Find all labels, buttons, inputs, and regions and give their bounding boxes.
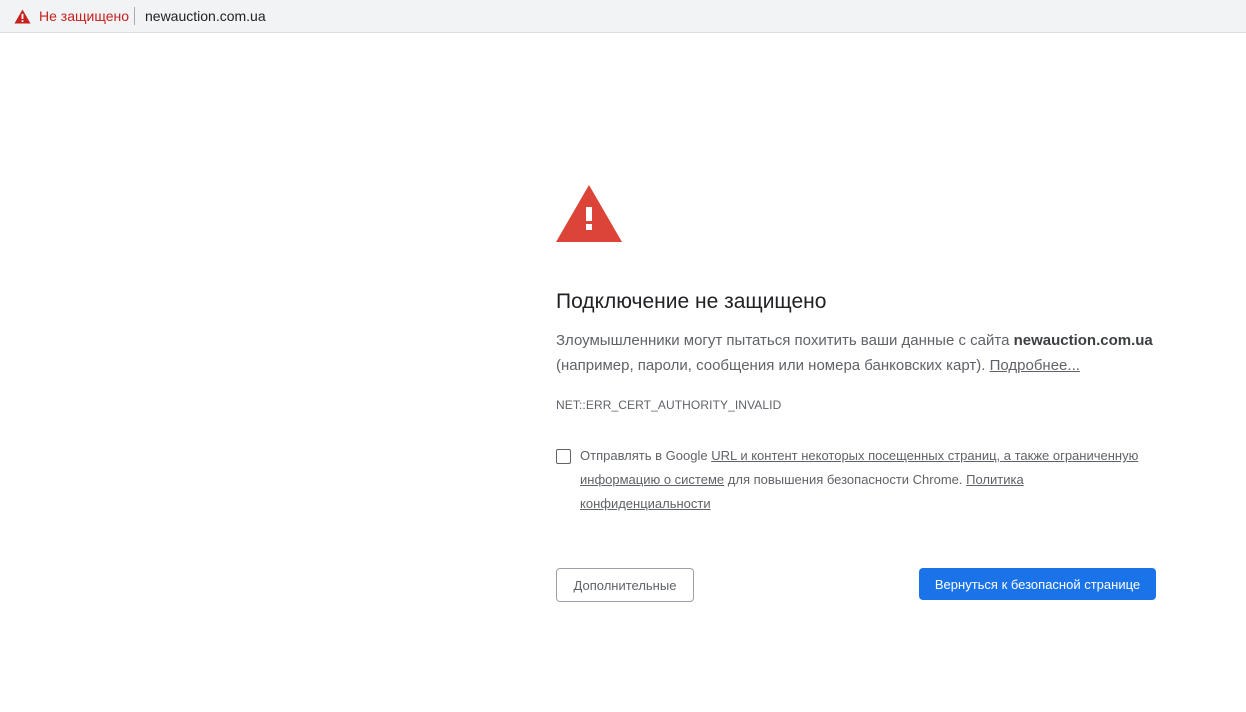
page-title: Подключение не защищено: [556, 290, 827, 313]
security-label: Не защищено: [39, 8, 129, 24]
learn-more-link[interactable]: Подробнее...: [990, 357, 1080, 374]
warning-triangle-icon: [14, 9, 31, 23]
address-bar: Не защищено newauction.com.ua: [0, 0, 1246, 33]
advanced-button[interactable]: Дополнительные: [556, 568, 694, 602]
back-to-safety-button[interactable]: Вернуться к безопасной странице: [919, 568, 1156, 600]
optin-checkbox[interactable]: [556, 449, 571, 464]
optin-text-prefix: Отправлять в Google: [580, 448, 712, 463]
warning-triangle-icon: [556, 185, 622, 242]
optin-text-middle: для повышения безопасности Chrome.: [724, 472, 967, 487]
desc-text: Злоумышленники могут пытаться похитить в…: [556, 332, 1014, 349]
security-indicator[interactable]: Не защищено: [14, 7, 129, 25]
desc-text-suffix: (например, пароли, сообщения или номера …: [556, 357, 990, 374]
optin-text: Отправлять в Google URL и контент некото…: [580, 444, 1156, 516]
error-description: Злоумышленники могут пытаться похитить в…: [556, 328, 1156, 378]
url-text[interactable]: newauction.com.ua: [145, 7, 266, 25]
interstitial-content: Подключение не защищено Злоумышленники м…: [556, 185, 1156, 412]
safe-browsing-optin: Отправлять в Google URL и контент некото…: [556, 444, 1156, 516]
address-separator: [134, 7, 135, 25]
error-code: NET::ERR_CERT_AUTHORITY_INVALID: [556, 398, 782, 412]
desc-domain: newauction.com.ua: [1013, 332, 1153, 349]
